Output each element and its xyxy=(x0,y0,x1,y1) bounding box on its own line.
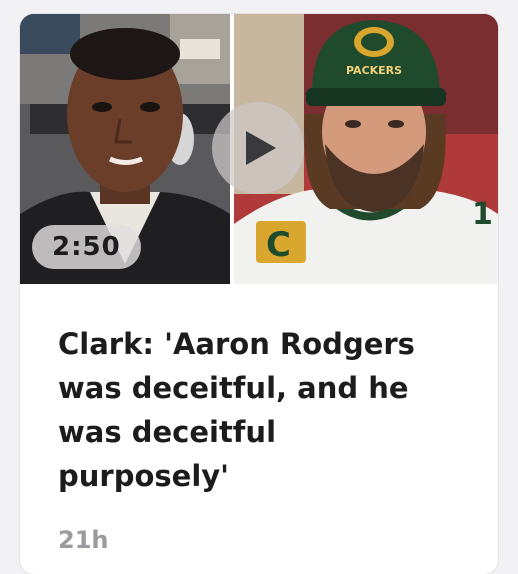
video-thumbnail[interactable]: 1 C PACKERS 2:50 xyxy=(20,14,498,284)
svg-text:C: C xyxy=(266,225,291,265)
svg-text:1: 1 xyxy=(472,197,493,232)
video-duration-badge: 2:50 xyxy=(32,225,141,269)
news-card[interactable]: 1 C PACKERS 2:50 Clark: 'Aaron Rodgers w… xyxy=(20,14,498,574)
play-button[interactable] xyxy=(212,102,304,194)
article-headline[interactable]: Clark: 'Aaron Rodgers was deceitful, and… xyxy=(20,284,468,498)
svg-text:PACKERS: PACKERS xyxy=(346,64,402,77)
play-icon xyxy=(246,131,276,165)
article-timestamp: 21h xyxy=(58,526,109,554)
